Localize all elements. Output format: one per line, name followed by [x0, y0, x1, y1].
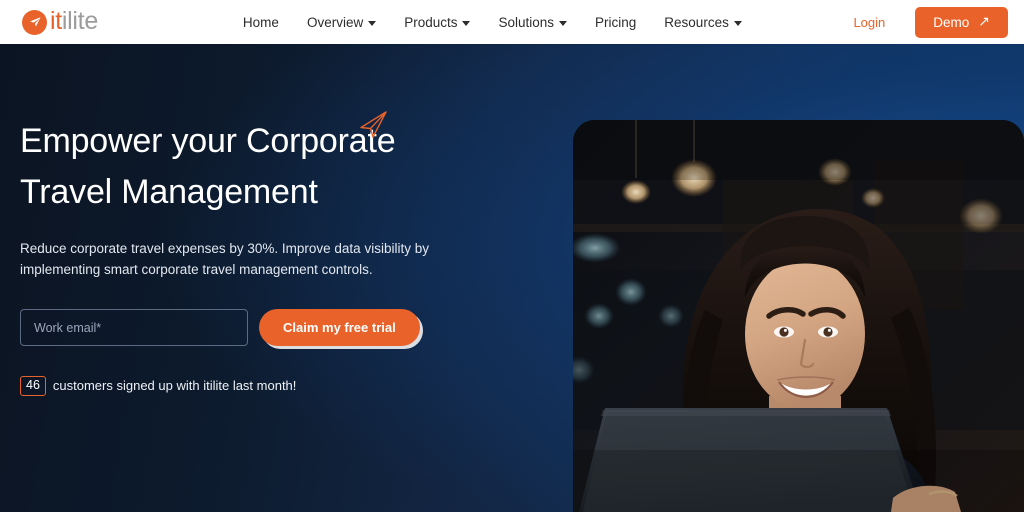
paper-plane-icon	[22, 9, 47, 35]
signup-counter-label: customers signed up with itilite last mo…	[52, 378, 297, 394]
signup-count-badge: 46	[20, 376, 46, 396]
smiling-woman-with-laptop-photo	[573, 120, 1024, 512]
nav-label: Home	[242, 14, 279, 30]
demo-button-label: Demo	[933, 14, 970, 30]
site-header: itilite Home Overview Products Solutions…	[0, 0, 1024, 44]
page-title: Empower your Corporate Travel Management	[20, 122, 396, 211]
chevron-down-icon	[733, 20, 742, 26]
logo[interactable]: itilite	[22, 0, 98, 44]
chevron-down-icon	[462, 20, 471, 26]
signup-counter: 46 customers signed up with itilite last…	[20, 376, 490, 396]
arrow-up-right-icon: ↗	[978, 13, 990, 29]
demo-button[interactable]: Demo ↗	[915, 6, 1008, 38]
nav-label: Resources	[664, 14, 729, 30]
paper-plane-outline-icon	[355, 108, 391, 142]
header-actions: Login Demo ↗	[853, 6, 1008, 38]
nav-item-products[interactable]: Products	[404, 14, 471, 30]
nav-item-solutions[interactable]: Solutions	[498, 14, 568, 30]
main-navigation: Home Overview Products Solutions Pricing…	[243, 15, 742, 30]
logo-text: itilite	[50, 6, 98, 35]
hero-content: Empower your Corporate Travel Management…	[20, 116, 490, 396]
nav-item-resources[interactable]: Resources	[664, 15, 742, 30]
landing-page: itilite Home Overview Products Solutions…	[0, 0, 1024, 512]
chevron-down-icon	[559, 20, 568, 26]
logo-text-orange: it	[50, 6, 62, 35]
nav-label: Overview	[306, 14, 364, 30]
nav-label: Pricing	[595, 14, 637, 30]
logo-text-gray: ilite	[61, 6, 98, 35]
signup-form: Claim my free trial	[20, 309, 490, 346]
nav-label: Products	[404, 14, 458, 30]
claim-free-trial-button[interactable]: Claim my free trial	[259, 309, 420, 346]
hero-photo	[573, 120, 1024, 512]
email-field[interactable]	[20, 309, 248, 346]
hero-section: Empower your Corporate Travel Management…	[0, 44, 1024, 512]
chevron-down-icon	[368, 20, 377, 26]
nav-item-home[interactable]: Home	[243, 15, 279, 30]
nav-item-pricing[interactable]: Pricing	[595, 15, 636, 30]
nav-label: Solutions	[498, 14, 555, 30]
login-link[interactable]: Login	[853, 15, 885, 30]
nav-item-overview[interactable]: Overview	[306, 14, 377, 30]
hero-subtitle: Reduce corporate travel expenses by 30%.…	[20, 241, 429, 277]
